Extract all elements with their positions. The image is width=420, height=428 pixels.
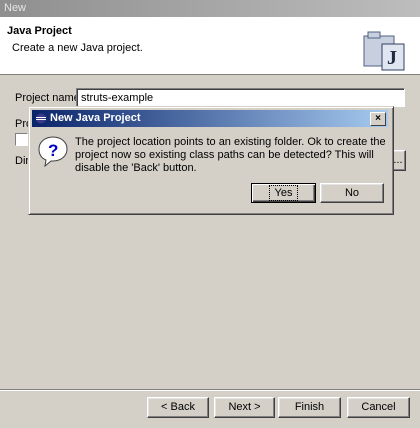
svg-text:J: J [387,47,397,69]
yes-button[interactable]: Yes [251,183,316,203]
window-titlebar[interactable]: New [0,0,420,17]
svg-text:?: ? [48,141,58,160]
window-title: New [4,2,27,14]
question-icon: ? [38,136,68,167]
dialog-message: The project location points to an existi… [75,136,386,174]
use-default-checkbox[interactable] [15,133,28,146]
back-button[interactable]: < Back [147,397,209,418]
footer-separator [0,389,420,391]
finish-button[interactable]: Finish [278,397,341,418]
close-icon: × [375,113,381,124]
project-name-input[interactable] [76,88,405,107]
wizard-description: Create a new Java project. [12,42,143,54]
dialog-titlebar[interactable]: New Java Project × [32,110,388,127]
cancel-button[interactable]: Cancel [347,397,410,418]
java-project-wizard-icon: J [363,31,405,71]
wizard-title: Java Project [7,25,72,37]
dialog-close-button[interactable]: × [370,112,386,126]
project-name-label: Project name: [15,92,83,104]
new-wizard-window: New Java Project Create a new Java proje… [0,0,420,428]
wizard-header: Java Project Create a new Java project. … [0,17,420,75]
new-java-project-dialog: New Java Project × ? The project locatio… [28,106,394,215]
dialog-title: New Java Project [50,112,141,124]
no-button[interactable]: No [320,183,384,203]
eclipse-icon [36,113,46,124]
next-button[interactable]: Next > [214,397,275,418]
